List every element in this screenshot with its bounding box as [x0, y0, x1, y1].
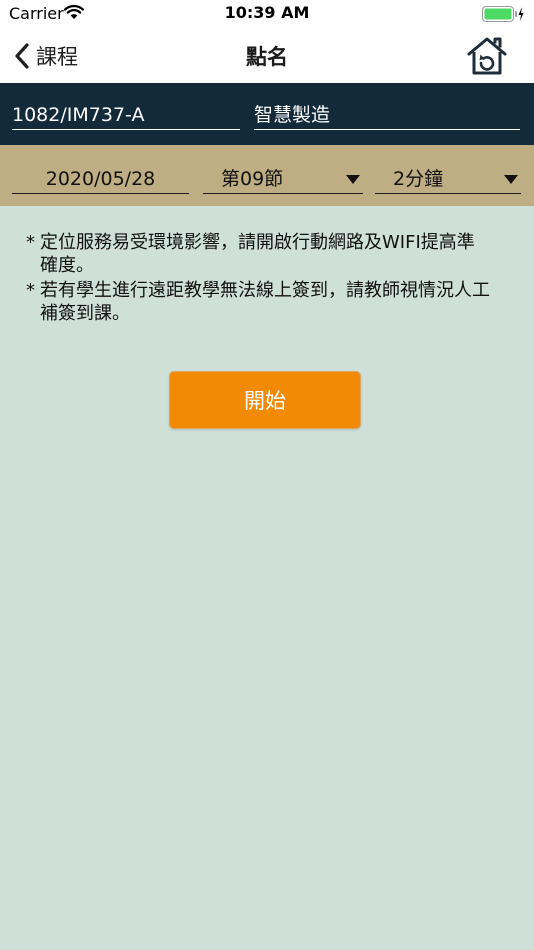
caret-down-icon: [346, 175, 360, 184]
note-bullet: *: [26, 232, 35, 253]
nav-bar: 課程 點名: [0, 30, 534, 83]
note-item: * 定位服務易受環境影響，請開啟行動網路及WIFI提高準確度。: [26, 231, 496, 277]
session-band: 2020/05/28 第09節 2分鐘: [0, 145, 534, 206]
note-text: 若有學生進行遠距教學無法線上簽到，請教師視情況人工補簽到課。: [40, 280, 490, 324]
battery-icon: [482, 6, 524, 22]
back-label: 課程: [36, 45, 78, 69]
caret-down-icon: [504, 175, 518, 184]
duration-select[interactable]: 2分鐘: [375, 165, 521, 194]
status-bar: Carrier 10:39 AM: [0, 0, 534, 30]
course-band: 1082/IM737-A 智慧製造: [0, 83, 534, 145]
home-refresh-icon[interactable]: [464, 35, 510, 77]
note-bullet: *: [26, 280, 35, 301]
period-value: 第09節: [221, 168, 284, 190]
note-item: * 若有學生進行遠距教學無法線上簽到，請教師視情況人工補簽到課。: [26, 279, 496, 325]
course-code-field: 1082/IM737-A: [12, 101, 240, 130]
period-select[interactable]: 第09節: [203, 165, 363, 194]
start-button[interactable]: 開始: [169, 371, 361, 429]
clock: 10:39 AM: [224, 3, 310, 22]
note-text: 定位服務易受環境影響，請開啟行動網路及WIFI提高準確度。: [40, 232, 475, 276]
course-name-field: 智慧製造: [254, 101, 520, 130]
back-button[interactable]: 課程: [12, 38, 78, 74]
date-field[interactable]: 2020/05/28: [12, 165, 189, 194]
chevron-left-icon: [15, 43, 29, 69]
content-area: * 定位服務易受環境影響，請開啟行動網路及WIFI提高準確度。 * 若有學生進行…: [0, 206, 534, 950]
duration-value: 2分鐘: [393, 168, 444, 190]
screen: Carrier 10:39 AM 課程 點名 1082/IM737-A 智慧製造…: [0, 0, 534, 950]
page-title: 點名: [246, 45, 288, 69]
notes-list: * 定位服務易受環境影響，請開啟行動網路及WIFI提高準確度。 * 若有學生進行…: [26, 231, 496, 327]
